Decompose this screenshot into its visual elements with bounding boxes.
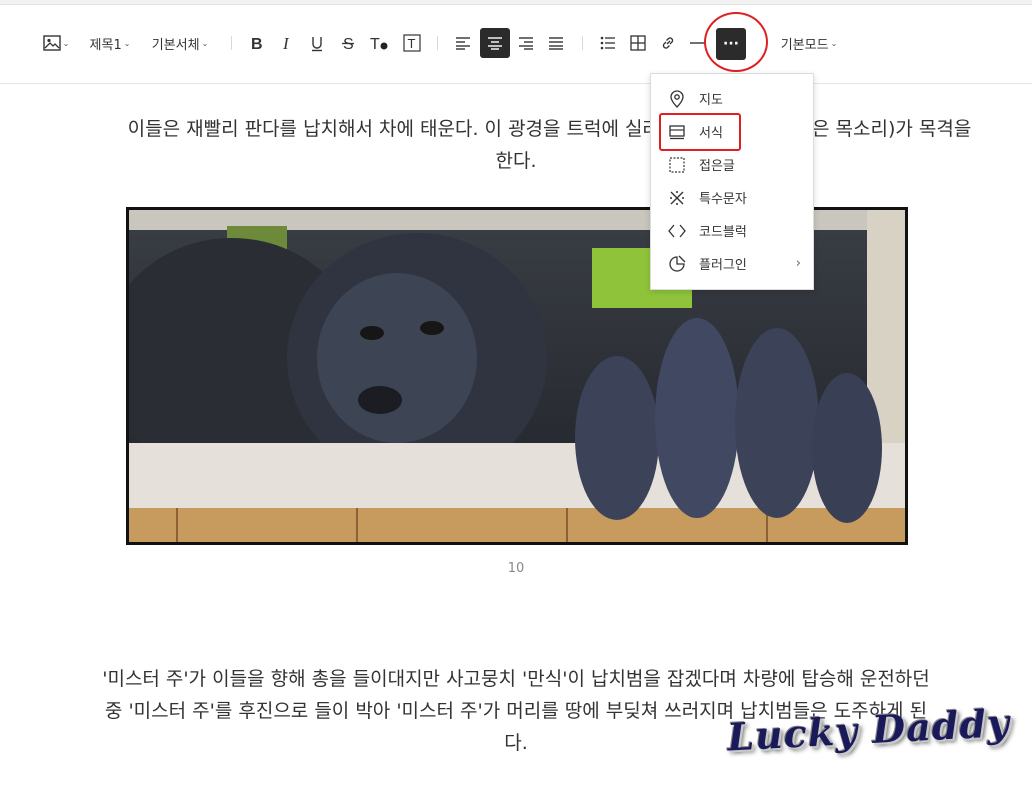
align-justify-icon xyxy=(548,36,564,50)
strikethrough-icon: S xyxy=(341,35,355,51)
image-icon xyxy=(42,35,61,51)
align-justify-button[interactable] xyxy=(545,29,567,57)
link-icon xyxy=(660,35,676,51)
font-label: 기본서체 xyxy=(151,37,200,53)
text-background-button[interactable]: T xyxy=(400,29,424,57)
heading-label: 제목1 xyxy=(89,37,122,53)
menu-item-map[interactable]: 지도 xyxy=(651,82,813,115)
strikethrough-button[interactable]: S xyxy=(337,29,359,57)
divider xyxy=(437,36,438,50)
divider xyxy=(231,36,232,50)
paragraph-2-line-1: '미스터 주'가 이들을 향해 총을 들이대지만 사고뭉치 '만식'이 납치범을… xyxy=(102,668,930,690)
link-button[interactable] xyxy=(657,29,679,57)
menu-item-label: 접은글 xyxy=(699,159,735,174)
align-left-icon xyxy=(455,36,471,50)
underline-button[interactable] xyxy=(306,29,328,57)
editor-toolbar: ⌄ 제목1 ⌄ 기본서체 ⌄ B I S T T ··· 기본모드 ⌄ xyxy=(0,5,1032,84)
plugin-icon xyxy=(668,255,686,273)
chevron-down-icon: ⌄ xyxy=(830,38,838,48)
paragraph-1-line-2: 한다. xyxy=(495,150,537,172)
align-center-button[interactable] xyxy=(480,28,510,58)
menu-item-label: 플러그인 xyxy=(699,258,747,273)
menu-item-special-char[interactable]: 특수문자 xyxy=(651,181,813,214)
bullet-list-icon xyxy=(600,36,616,50)
bullet-list-button[interactable] xyxy=(597,29,619,57)
special-char-icon xyxy=(668,189,686,207)
text-background-icon: T xyxy=(403,34,421,52)
paragraph-1-line-1-left: 이들은 재빨리 판다를 납치해서 차에 태운다. 이 광경을 트럭에 실려 xyxy=(127,118,660,140)
code-icon xyxy=(668,222,686,240)
text-color-icon: T xyxy=(369,35,389,51)
divider xyxy=(582,36,583,50)
italic-icon: I xyxy=(281,35,293,51)
align-left-button[interactable] xyxy=(452,29,474,57)
svg-text:T: T xyxy=(408,36,416,51)
bold-button[interactable]: B xyxy=(246,29,268,57)
menu-item-label: 지도 xyxy=(699,93,723,108)
image-caption[interactable]: 10 xyxy=(0,561,1032,576)
underline-icon xyxy=(310,35,324,52)
align-center-icon xyxy=(487,36,503,50)
font-select[interactable]: 기본서체 ⌄ xyxy=(146,29,214,57)
paragraph-1-line-1-right: 은 목소리)가 목격을 xyxy=(812,118,972,140)
table-icon xyxy=(630,35,646,51)
chevron-down-icon: ⌄ xyxy=(201,38,209,48)
align-right-button[interactable] xyxy=(515,29,537,57)
insert-image-button[interactable]: ⌄ xyxy=(40,29,72,57)
chevron-down-icon: ⌄ xyxy=(123,38,131,48)
chevron-right-icon: › xyxy=(795,256,801,271)
svg-text:T: T xyxy=(370,36,380,51)
more-options-dropdown: 지도 서식 접은글 특수문자 코드블럭 플러그인 › xyxy=(650,73,814,290)
italic-button[interactable]: I xyxy=(276,29,298,57)
mode-label: 기본모드 xyxy=(780,37,829,53)
bold-icon: B xyxy=(250,35,264,51)
heading-select[interactable]: 제목1 ⌄ xyxy=(86,29,134,57)
annotation-circle xyxy=(704,12,768,72)
text-color-button[interactable]: T xyxy=(367,29,391,57)
fold-box-icon xyxy=(668,156,686,174)
svg-text:I: I xyxy=(282,35,290,51)
table-button[interactable] xyxy=(627,29,649,57)
watermark-logo: Lucky Daddy xyxy=(726,699,1011,760)
mode-select[interactable]: 기본모드 ⌄ xyxy=(776,29,842,57)
menu-item-label: 코드블럭 xyxy=(699,225,747,240)
map-pin-icon xyxy=(668,89,686,108)
menu-item-code-block[interactable]: 코드블럭 xyxy=(651,214,813,247)
align-right-icon xyxy=(518,36,534,50)
chevron-down-icon: ⌄ xyxy=(62,38,70,48)
menu-item-fold[interactable]: 접은글 xyxy=(651,148,813,181)
svg-text:B: B xyxy=(251,36,263,51)
menu-item-plugin[interactable]: 플러그인 › xyxy=(651,247,813,280)
menu-item-label: 특수문자 xyxy=(699,192,747,207)
annotation-box xyxy=(659,113,741,151)
